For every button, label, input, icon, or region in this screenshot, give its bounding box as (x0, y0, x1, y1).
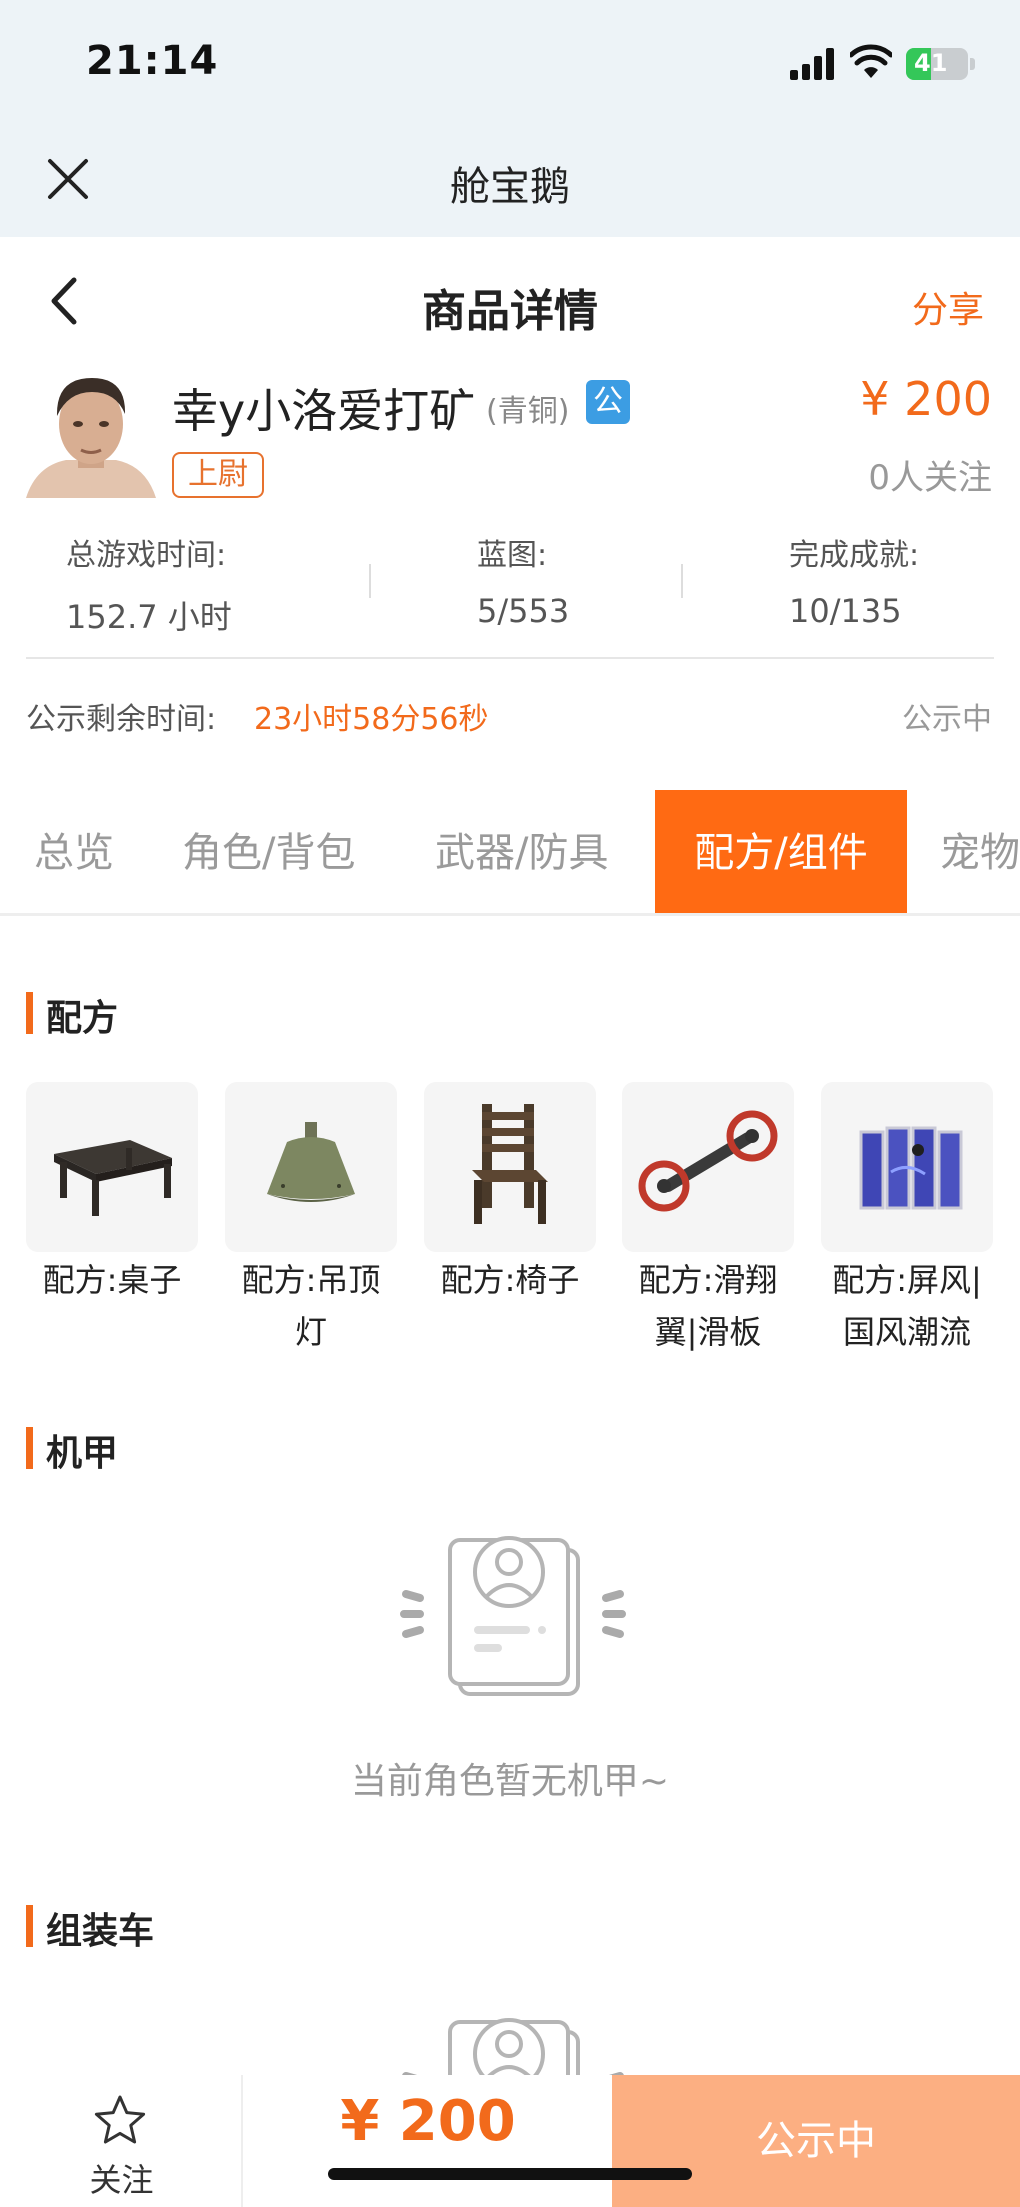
stat-label: 蓝图: (477, 538, 548, 573)
glider-icon (622, 1082, 794, 1252)
recipe-name: 配方:椅子 (440, 1261, 580, 1299)
battery-icon: 41 (906, 48, 968, 80)
follow-button[interactable]: 关注 (0, 2075, 243, 2207)
nav-bar: 商品详情 分享 (0, 237, 1020, 367)
recipe-item[interactable]: 配方:屏风| 国风潮流 (821, 1082, 993, 1356)
stat-playtime: 总游戏时间: 152.7 小时 (66, 530, 386, 638)
stats-row: 总游戏时间: 152.7 小时 蓝图: 5/553 完成成就: 10/135 (0, 530, 1020, 636)
recipe-name: 国风潮流 (842, 1313, 971, 1351)
avatar[interactable] (26, 370, 156, 498)
battery-level: 41 (914, 49, 948, 77)
empty-state-icon (400, 1536, 626, 1696)
recipe-item[interactable]: 配方:椅子 (424, 1082, 596, 1308)
publicity-status-button[interactable]: 公示中 (612, 2075, 1020, 2207)
page-title: 商品详情 (422, 286, 598, 337)
section-marker (26, 1427, 33, 1469)
folding-screen-icon (821, 1082, 993, 1252)
recipe-item[interactable]: 配方:吊顶 灯 (225, 1082, 397, 1356)
app-title: 舱宝鹅 (450, 164, 570, 210)
recipe-name: 配方:滑翔 (638, 1261, 778, 1299)
tab-character-bag[interactable]: 角色/背包 (182, 790, 355, 913)
recipe-item[interactable]: 配方:滑翔 翼|滑板 (622, 1082, 794, 1356)
recipe-name: 配方:桌子 (42, 1261, 182, 1299)
tab-pets[interactable]: 宠物 (940, 790, 1020, 913)
follower-count: 0人关注 (868, 458, 992, 498)
notice-label: 公示剩余时间: (26, 702, 217, 737)
notice-countdown: 23小时58分56秒 (254, 702, 489, 737)
app-header: 21:14 41 舱宝鹅 (0, 0, 1020, 237)
tab-bar: 总览 角色/背包 武器/防具 配方/组件 宠物 (0, 790, 1020, 916)
official-badge: 公 (586, 380, 630, 424)
stat-value: 10/135 (789, 592, 902, 630)
stat-blueprints: 蓝图: 5/553 (477, 530, 797, 630)
stat-value: 5/553 (477, 592, 570, 630)
empty-state-text: 当前角色暂无机甲~ (350, 1761, 670, 1802)
ceiling-lamp-icon (225, 1082, 397, 1252)
recipe-item[interactable]: 配方:桌子 (26, 1082, 198, 1308)
tab-weapons-armor[interactable]: 武器/防具 (435, 790, 608, 913)
share-button[interactable]: 分享 (912, 281, 984, 333)
stat-label: 完成成就: (789, 538, 920, 573)
seller-tier: (青铜) (486, 394, 570, 429)
price: ¥ 200 (860, 372, 992, 426)
seller-name: 幸y小洛爱打矿 (172, 384, 476, 438)
chair-icon (424, 1082, 596, 1252)
home-indicator (328, 2168, 692, 2180)
section-title-vehicle: 组装车 (46, 1911, 155, 1952)
stat-value: 152.7 小时 (66, 598, 232, 636)
bottom-action-bar: 关注 ¥ 200 公示中 (0, 2075, 1020, 2207)
recipe-name: 灯 (294, 1313, 327, 1351)
status-time: 21:14 (86, 38, 219, 84)
table-icon (26, 1082, 198, 1252)
stat-label: 总游戏时间: (66, 538, 227, 573)
divider (26, 657, 994, 659)
wifi-icon (850, 44, 892, 78)
recipe-name: 翼|滑板 (654, 1313, 762, 1351)
star-icon (94, 2095, 146, 2144)
section-marker (26, 1905, 33, 1947)
recipe-name: 配方:屏风| (832, 1261, 982, 1299)
stat-achievements: 完成成就: 10/135 (789, 530, 1020, 630)
bottom-price: ¥ 200 (340, 2089, 516, 2154)
section-title-mecha: 机甲 (46, 1433, 119, 1474)
section-marker (26, 992, 33, 1034)
tab-recipes-parts[interactable]: 配方/组件 (655, 790, 907, 913)
rank-tag: 上尉 (172, 452, 264, 498)
notice-status: 公示中 (902, 702, 992, 737)
signal-icon (790, 48, 834, 80)
recipe-name: 配方:吊顶 (241, 1261, 381, 1299)
tab-overview[interactable]: 总览 (34, 790, 114, 913)
follow-label: 关注 (89, 2161, 154, 2199)
section-title-recipes: 配方 (46, 998, 119, 1039)
